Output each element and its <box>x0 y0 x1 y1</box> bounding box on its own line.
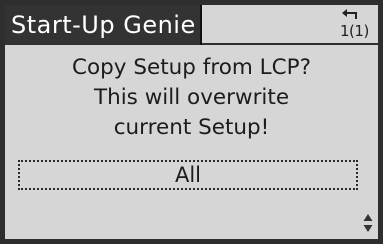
message-line: Copy Setup from LCP? <box>71 55 312 80</box>
title-bar: Start-Up Genie <box>5 5 202 45</box>
copy-option-selector[interactable]: All <box>18 160 358 190</box>
message-line: This will overwrite <box>93 85 290 110</box>
selected-option-value: All <box>174 163 202 187</box>
title-divider <box>202 43 378 45</box>
page-title: Start-Up Genie <box>11 11 196 39</box>
up-down-arrows-icon <box>363 213 373 233</box>
menu-level-text: 1(1) <box>340 22 369 40</box>
menu-level-indicator: 1(1) <box>340 7 372 41</box>
message-line: current Setup! <box>113 115 270 140</box>
confirmation-message: Copy Setup from LCP? This will overwrite… <box>5 53 378 143</box>
lcp-display: Start-Up Genie 1(1) Copy Setup from LCP?… <box>0 0 383 244</box>
